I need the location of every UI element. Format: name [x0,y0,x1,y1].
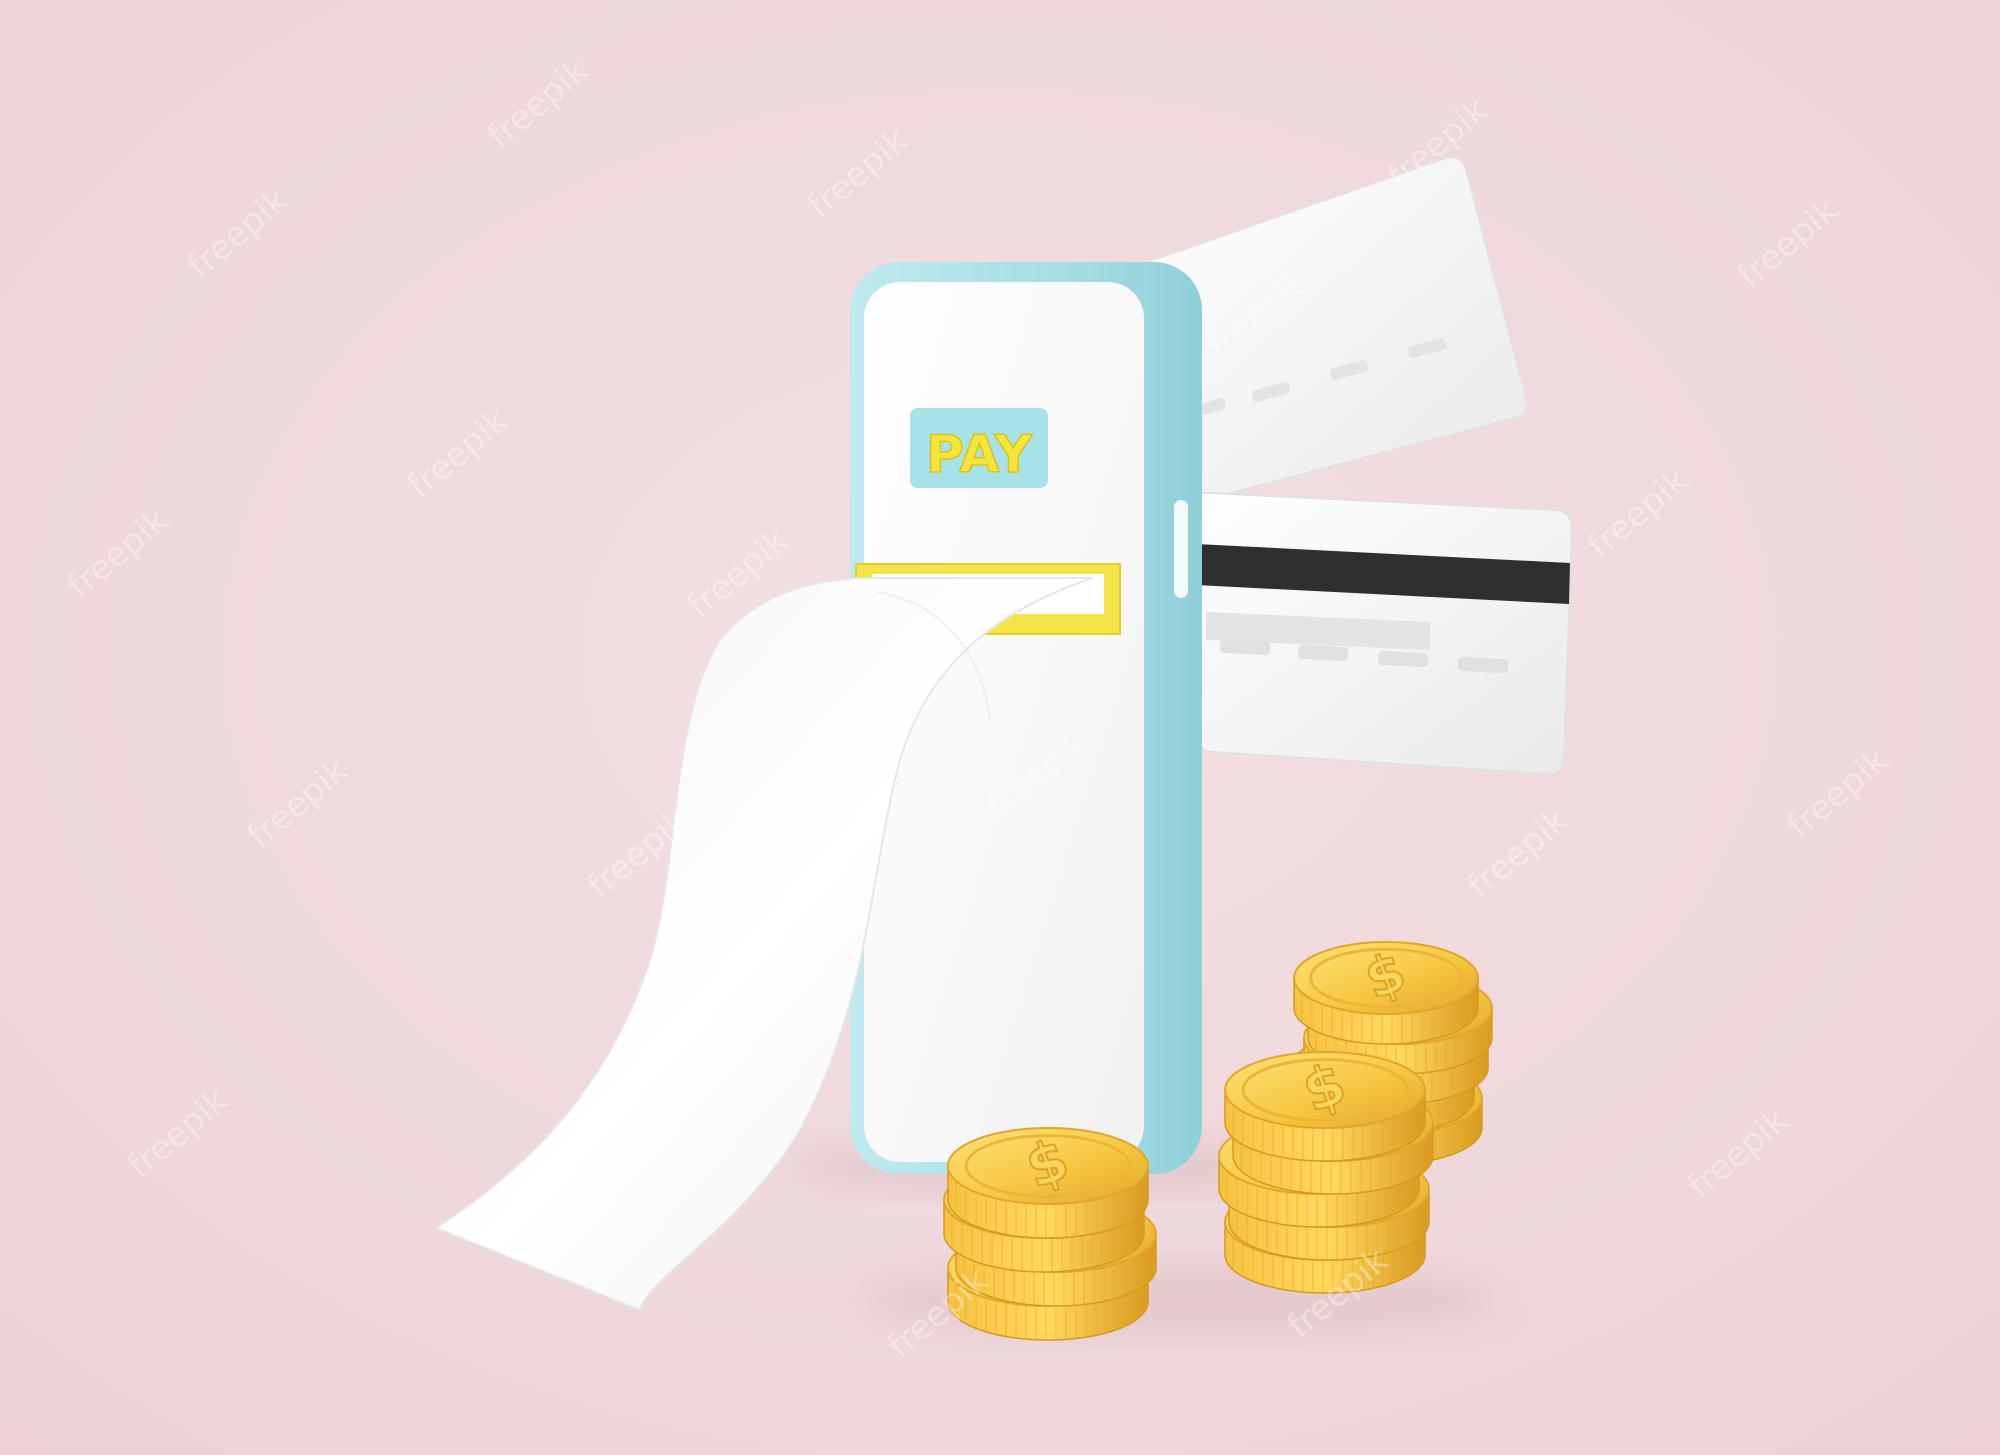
pay-button-label: PAY [926,425,1034,485]
phone-side-button [1174,500,1188,598]
coin-stack-middle: $ [1218,1049,1434,1294]
payment-illustration: PAY $ $ $ freepikfreepikfreepik freepikfr… [0,0,2000,1455]
coin-top: $ [1224,1049,1426,1162]
credit-card-front [1188,490,1574,776]
coin-top: $ [947,1125,1149,1239]
coin-top: $ [1293,939,1479,1045]
pay-button[interactable]: PAY [910,408,1048,488]
